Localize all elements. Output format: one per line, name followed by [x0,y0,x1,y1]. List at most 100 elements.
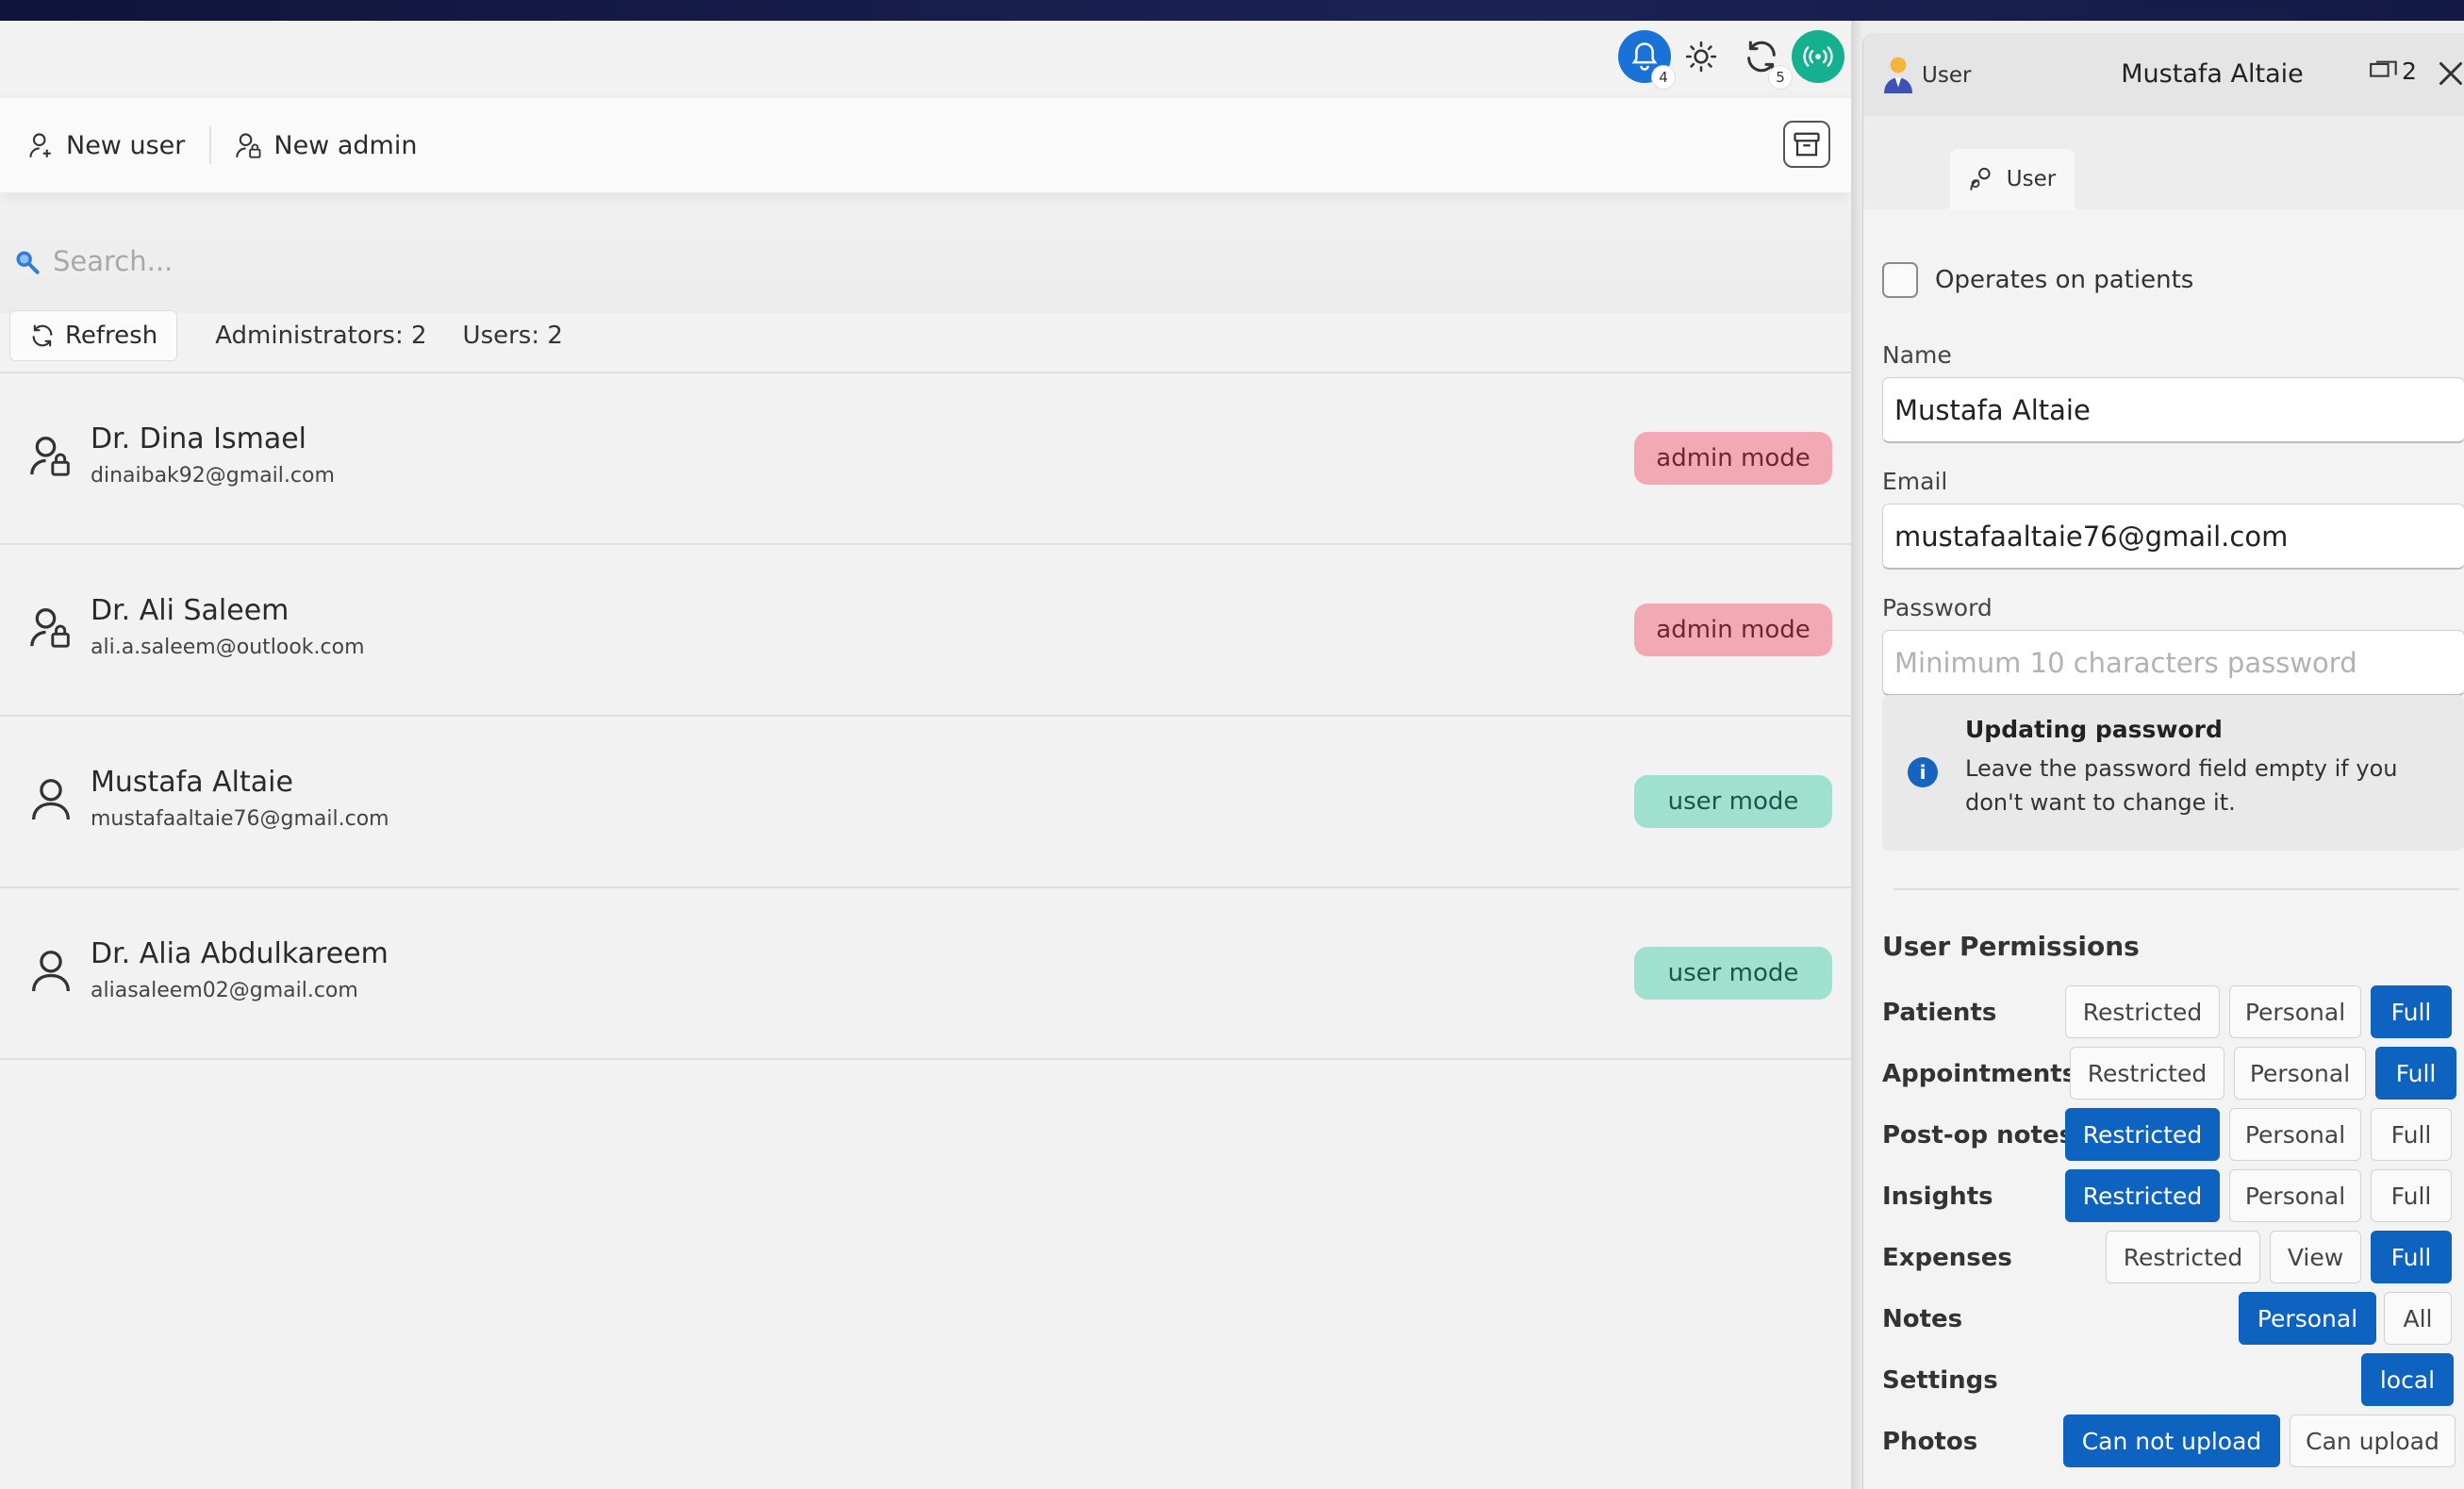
insights-personal-option[interactable]: Personal [2229,1169,2361,1222]
photos-can-upload-option[interactable]: Can upload [2290,1415,2456,1467]
photos-can-not-upload-option[interactable]: Can not upload [2063,1415,2280,1467]
archive-button[interactable] [1783,121,1830,168]
user-icon [32,951,70,992]
appointments-full-option[interactable]: Full [2375,1047,2456,1100]
admin-user-icon [30,608,70,648]
refresh-button[interactable]: Refresh [9,310,178,361]
permission-label: Insights [1882,1183,1993,1211]
appointments-personal-option[interactable]: Personal [2234,1047,2366,1100]
patients-restricted-option[interactable]: Restricted [2065,985,2220,1038]
expenses-view-option[interactable]: View [2270,1231,2361,1283]
user-row[interactable]: Dr. Dina Ismael dinaibak92@gmail.com adm… [0,373,1851,545]
permissions-heading: User Permissions [1882,931,2140,962]
patients-full-option[interactable]: Full [2371,985,2452,1038]
sun-icon [1685,41,1717,73]
permission-row-post-op-notes: Post-op notes Restricted Personal Full [1882,1108,2464,1161]
new-user-label: New user [66,130,186,160]
permission-row-patients: Patients Restricted Personal Full [1882,985,2464,1038]
connection-status-button[interactable] [1792,30,1844,83]
permission-label: Patients [1882,999,1997,1027]
panel-divider[interactable] [1851,21,1862,1489]
new-admin-button[interactable]: New admin [228,117,424,174]
sync-count-badge: 5 [1769,66,1792,89]
new-user-button[interactable]: New user [21,117,192,174]
notes-personal-option[interactable]: Personal [2239,1292,2376,1345]
user-row[interactable]: Mustafa Altaie mustafaaltaie76@gmail.com… [0,717,1851,888]
operates-on-patients-row[interactable]: Operates on patients [1882,262,2193,298]
name-field[interactable] [1882,377,2464,443]
permission-label: Photos [1882,1428,1978,1456]
sync-button[interactable]: 5 [1735,30,1792,89]
expenses-restricted-option[interactable]: Restricted [2106,1231,2260,1283]
settings-local-option[interactable]: local [2361,1353,2454,1406]
mode-badge: admin mode [1634,432,1832,485]
permission-row-settings: Settings local [1882,1353,2464,1406]
add-user-icon [29,133,51,157]
user-form: Operates on patients Name Email Password… [1863,209,2464,1489]
operates-on-patients-label: Operates on patients [1935,266,2194,294]
desktop-top-strip [0,0,2464,21]
user-row[interactable]: Dr. Alia Abdulkareem aliasaleem02@gmail.… [0,888,1851,1060]
password-label: Password [1882,594,1993,621]
archive-icon [1794,132,1820,157]
notes-all-option[interactable]: All [2384,1292,2452,1345]
user-email: aliasaleem02@gmail.com [91,979,358,1002]
permission-label: Settings [1882,1366,1998,1395]
permission-row-expenses: Expenses Restricted View Full [1882,1231,2464,1283]
search-bar [0,209,1851,313]
user-detail-panel: User Mustafa Altaie 2 User Operates on p… [1862,33,2464,1489]
permission-label: Notes [1882,1305,1963,1333]
user-email: ali.a.saleem@outlook.com [91,636,365,659]
email-label: Email [1882,468,1948,495]
operates-on-patients-checkbox[interactable] [1882,262,1918,298]
panel-header: User Mustafa Altaie 2 [1863,33,2464,116]
email-field[interactable] [1882,504,2464,570]
info-text: Leave the password field empty if you do… [1965,755,2398,816]
search-input[interactable] [53,245,901,277]
admin-lock-icon [236,133,261,158]
user-icon [32,779,70,820]
list-filter-bar: Refresh Administrators: 2 Users: 2 [0,300,1851,373]
expenses-full-option[interactable]: Full [2371,1231,2452,1283]
windows-icon [2370,60,2397,77]
window-count: 2 [2402,58,2417,85]
permission-label: Expenses [1882,1244,2012,1272]
permission-row-appointments: Appointments Restricted Personal Full [1882,1047,2464,1100]
user-avatar-icon [1884,57,1912,93]
user-name: Dr. Dina Ismael [91,422,306,455]
patients-personal-option[interactable]: Personal [2229,985,2361,1038]
notifications-count-badge: 4 [1652,66,1675,89]
notifications-button[interactable]: 4 [1618,30,1675,89]
permission-row-photos: Photos Can not upload Can upload [1882,1415,2464,1467]
user-row[interactable]: Dr. Ali Saleem ali.a.saleem@outlook.com … [0,545,1851,717]
permission-label: Appointments [1882,1060,2077,1088]
appointments-restricted-option[interactable]: Restricted [2070,1047,2224,1100]
toolbar: New user New admin [0,98,1851,192]
user-list: Dr. Dina Ismael dinaibak92@gmail.com adm… [0,373,1851,1060]
info-icon: i [1908,757,1938,787]
theme-toggle-button[interactable] [1675,30,1728,83]
mode-badge: user mode [1634,775,1832,828]
windows-button[interactable]: 2 [2370,58,2417,85]
user-email: dinaibak92@gmail.com [91,464,335,488]
post-op-notes-full-option[interactable]: Full [2371,1108,2452,1161]
post-op-notes-personal-option[interactable]: Personal [2229,1108,2361,1161]
name-label: Name [1882,341,1952,369]
post-op-notes-restricted-option[interactable]: Restricted [2065,1108,2220,1161]
toolbar-separator [209,126,212,164]
info-title: Updating password [1965,716,2223,743]
titlebar: 4 5 [0,21,1851,98]
new-admin-label: New admin [273,130,418,160]
permission-row-insights: Insights Restricted Personal Full [1882,1169,2464,1222]
insights-restricted-option[interactable]: Restricted [2065,1169,2220,1222]
tab-user[interactable]: User [1950,149,2075,209]
user-email: mustafaaltaie76@gmail.com [91,807,389,831]
broadcast-icon [1792,30,1844,83]
password-field[interactable] [1882,630,2464,696]
mode-badge: user mode [1634,947,1832,1000]
insights-full-option[interactable]: Full [2371,1169,2452,1222]
panel-title: Mustafa Altaie [2121,59,2304,89]
search-icon [16,251,40,274]
refresh-icon [32,324,53,347]
close-icon[interactable] [2437,59,2464,88]
